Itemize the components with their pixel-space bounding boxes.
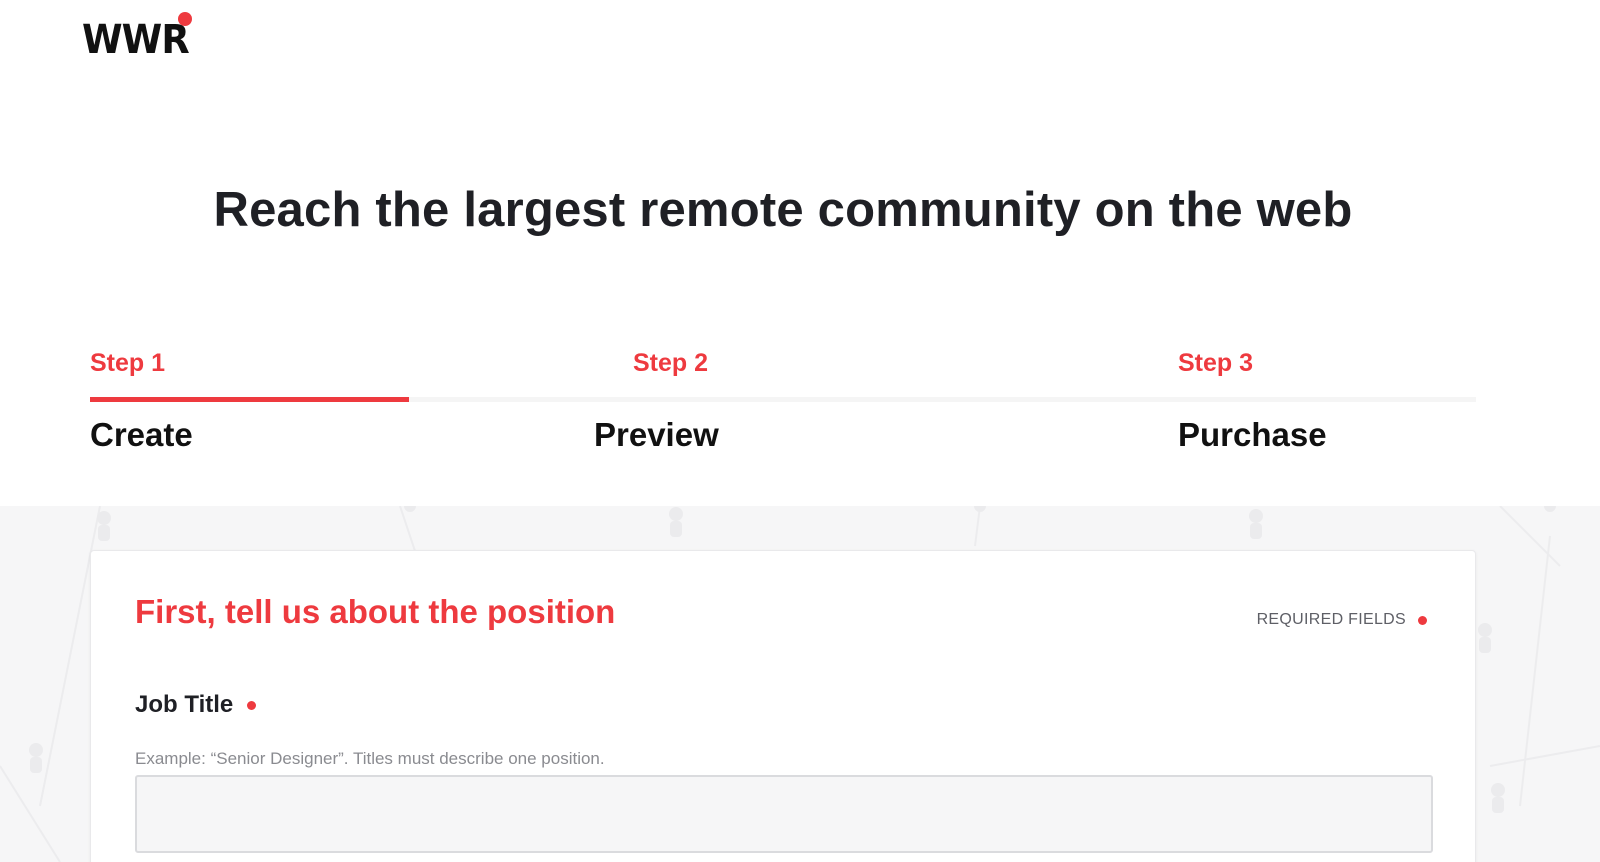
job-title-label-text: Job Title	[135, 691, 234, 718]
position-form-card: First, tell us about the position REQUIR…	[90, 550, 1476, 862]
page-title: Reach the largest remote community on th…	[213, 183, 1353, 237]
form-section-title: First, tell us about the position	[135, 593, 616, 630]
logo-dot-icon	[178, 12, 192, 26]
required-dot-icon	[1418, 615, 1427, 625]
job-title-input[interactable]	[135, 775, 1433, 853]
step-3-label: Step 3	[1178, 349, 1254, 377]
step-1-label: Step 1	[90, 349, 166, 377]
step-create: Create	[90, 416, 193, 453]
header-section: WWR Reach the largest remote community o…	[0, 0, 1600, 506]
step-purchase: Purchase	[1178, 416, 1327, 453]
job-title-label: Job Title	[135, 691, 257, 719]
step-preview: Preview	[594, 416, 719, 453]
required-dot-icon	[247, 700, 257, 710]
step-progress-bar	[90, 397, 1476, 402]
step-2-label: Step 2	[633, 349, 709, 377]
job-title-help: Example: “Senior Designer”. Titles must …	[135, 749, 605, 768]
required-fields-label: REQUIRED FIELDS	[1256, 611, 1406, 628]
wwr-logo[interactable]: WWR	[82, 20, 190, 60]
step-progress-fill	[90, 397, 409, 402]
required-fields-note: REQUIRED FIELDS	[1257, 611, 1427, 629]
